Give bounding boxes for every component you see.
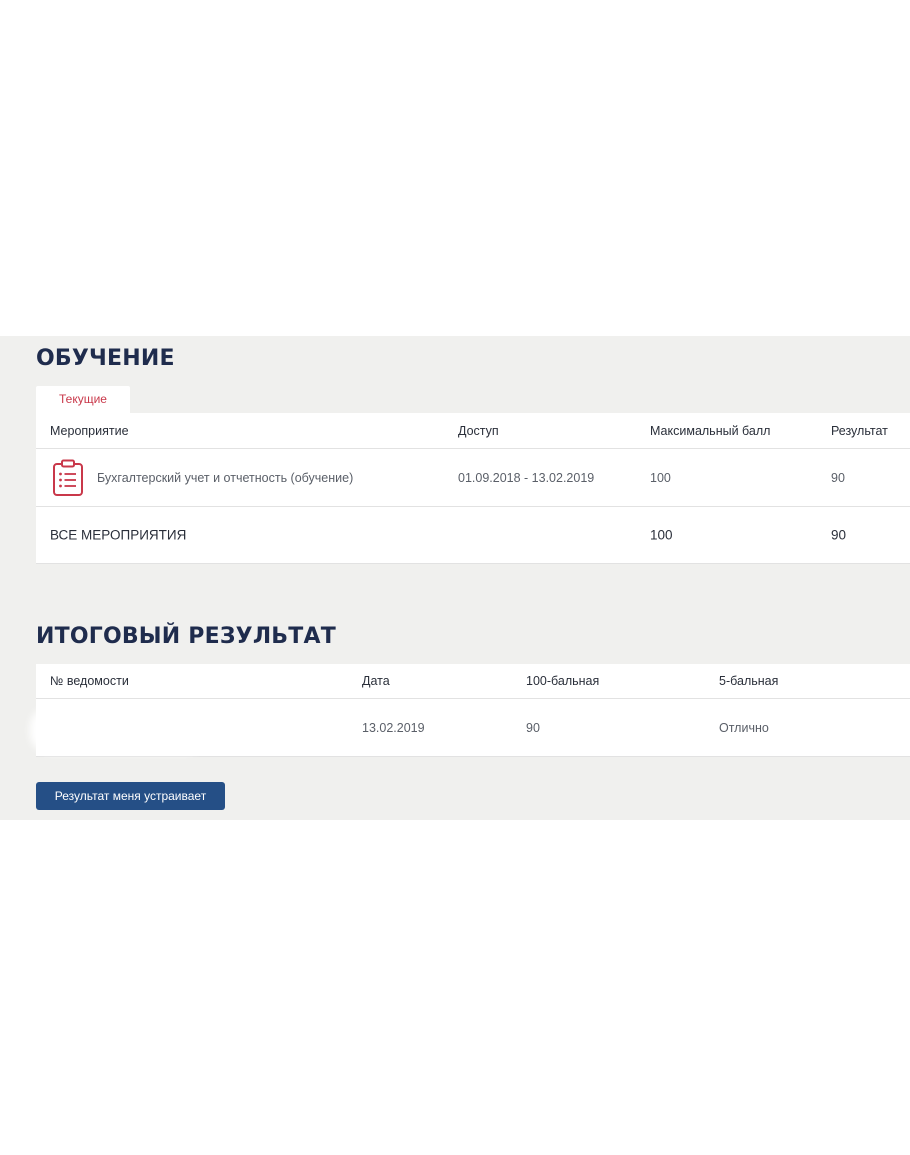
total-row: ВСЕ МЕРОПРИЯТИЯ 100 90 [36, 507, 910, 564]
final-score-5-value: Отлично [719, 720, 769, 735]
column-header-access: Доступ [458, 423, 499, 438]
final-date-value: 13.02.2019 [362, 720, 425, 735]
table-row: 13.02.2019 90 Отлично [36, 699, 910, 757]
total-label: ВСЕ МЕРОПРИЯТИЯ [50, 527, 187, 543]
total-max-score: 100 [650, 527, 673, 543]
event-max-score: 100 [650, 470, 671, 485]
learning-section-title: ОБУЧЕНИЕ [36, 346, 175, 371]
event-result: 90 [831, 470, 845, 485]
event-name-link[interactable]: Бухгалтерский учет и отчетность (обучени… [97, 471, 353, 485]
final-result-section-title: ИТОГОВЫЙ РЕЗУЛЬТАТ [36, 624, 336, 649]
column-header-event: Мероприятие [50, 423, 129, 438]
table-row[interactable]: Бухгалтерский учет и отчетность (обучени… [36, 449, 910, 507]
tab-current[interactable]: Текущие [36, 386, 130, 413]
column-header-sheet-number: № ведомости [50, 674, 129, 688]
column-header-score-5: 5-бальная [719, 674, 779, 688]
redacted-area [36, 713, 201, 747]
accept-result-button[interactable]: Результат меня устраивает [36, 782, 225, 810]
final-table-header: № ведомости Дата 100-бальная 5-бальная [36, 664, 910, 699]
clipboard-list-icon [53, 459, 83, 496]
column-header-max-score: Максимальный балл [650, 423, 771, 438]
event-access-period: 01.09.2018 - 13.02.2019 [458, 470, 595, 485]
learning-panel: ОБУЧЕНИЕ Текущие Мероприятие Доступ Макс… [0, 336, 910, 820]
total-result: 90 [831, 527, 847, 543]
final-score-100-value: 90 [526, 720, 540, 735]
column-header-score-100: 100-бальная [526, 674, 600, 688]
learning-table-header: Мероприятие Доступ Максимальный балл Рез… [36, 413, 910, 449]
column-header-date: Дата [362, 674, 390, 688]
column-header-result: Результат [831, 423, 888, 438]
final-result-table: № ведомости Дата 100-бальная 5-бальная 1… [36, 664, 910, 757]
learning-table: Мероприятие Доступ Максимальный балл Рез… [36, 413, 910, 564]
